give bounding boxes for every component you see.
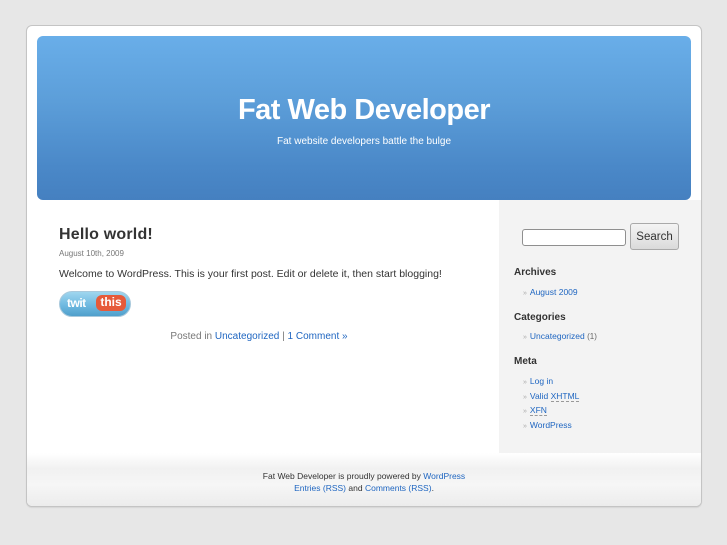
entries-rss-link[interactable]: Entries (RSS)	[294, 483, 346, 493]
comments-rss-link[interactable]: Comments (RSS)	[365, 483, 432, 493]
footer-and-text: and	[348, 483, 363, 493]
valid-prefix: Valid	[529, 390, 549, 401]
search-input[interactable]	[522, 229, 626, 246]
powered-by-text: Fat Web Developer is proudly powered by	[262, 471, 421, 481]
blog-title-link[interactable]: Fat Web Developer	[37, 94, 691, 127]
meta-list: » Log in » Valid XHTML » XFN » WordPress	[523, 374, 580, 433]
xfn-abbr: XFN	[529, 405, 547, 416]
post-body: Welcome to WordPress. This is your first…	[59, 268, 442, 280]
xfn-link[interactable]: XFN	[529, 405, 547, 416]
login-link[interactable]: Log in	[530, 376, 553, 386]
archive-link-august-2009[interactable]: August 2009	[530, 287, 578, 297]
bullet-icon: »	[523, 408, 527, 415]
archives-heading: Archives	[514, 267, 557, 278]
post-title-link[interactable]: Hello world!	[59, 226, 479, 244]
page-container: Fat Web Developer Fat website developers…	[26, 25, 702, 507]
valid-xhtml-link[interactable]: Valid XHTML	[529, 390, 580, 402]
list-item: » XFN	[523, 403, 579, 418]
footer-wordpress-link[interactable]: WordPress	[423, 471, 465, 481]
bullet-icon: »	[523, 334, 527, 341]
category-count: (1)	[587, 332, 597, 341]
category-link[interactable]: Uncategorized	[215, 331, 279, 342]
archives-list: » August 2009	[523, 285, 578, 300]
wordpress-link[interactable]: WordPress	[530, 420, 572, 430]
search-button[interactable]: Search	[630, 223, 679, 250]
twitthis-label-twit: twit	[67, 296, 86, 310]
post: Hello world! August 10th, 2009 Welcome t…	[59, 226, 479, 342]
post-date: August 10th, 2009	[59, 249, 124, 258]
posted-in-label: Posted in	[170, 331, 213, 342]
list-item: » Valid XHTML	[523, 389, 580, 404]
bullet-icon: »	[523, 379, 527, 386]
bullet-icon: »	[523, 393, 527, 401]
site-footer: Fat Web Developer is proudly powered by …	[27, 453, 701, 506]
twitthis-button[interactable]: twit this	[59, 291, 131, 317]
footer-text: Fat Web Developer is proudly powered by …	[27, 470, 701, 494]
list-item: » WordPress	[523, 418, 579, 433]
bullet-icon: »	[523, 290, 527, 297]
site-header: Fat Web Developer Fat website developers…	[37, 36, 691, 200]
twitthis-label-this: this	[96, 295, 126, 311]
list-item: » Log in	[523, 374, 579, 389]
comments-link[interactable]: 1 Comment »	[288, 331, 348, 342]
xhtml-abbr: XHTML	[550, 390, 580, 402]
meta-separator: |	[282, 331, 285, 342]
categories-heading: Categories	[514, 312, 566, 323]
bullet-icon: »	[523, 422, 527, 430]
main-content: Hello world! August 10th, 2009 Welcome t…	[59, 226, 479, 342]
post-meta: Posted in Uncategorized | 1 Comment »	[59, 331, 459, 342]
sidebar: Search Archives » August 2009 Categories …	[499, 200, 701, 453]
footer-period: .	[431, 483, 434, 493]
list-item: » Uncategorized (1)	[523, 329, 597, 344]
blog-description: Fat website developers battle the bulge	[277, 136, 451, 147]
meta-heading: Meta	[514, 356, 537, 367]
categories-list: » Uncategorized (1)	[523, 329, 597, 344]
category-link-uncategorized[interactable]: Uncategorized	[530, 331, 585, 341]
list-item: » August 2009	[523, 285, 578, 300]
